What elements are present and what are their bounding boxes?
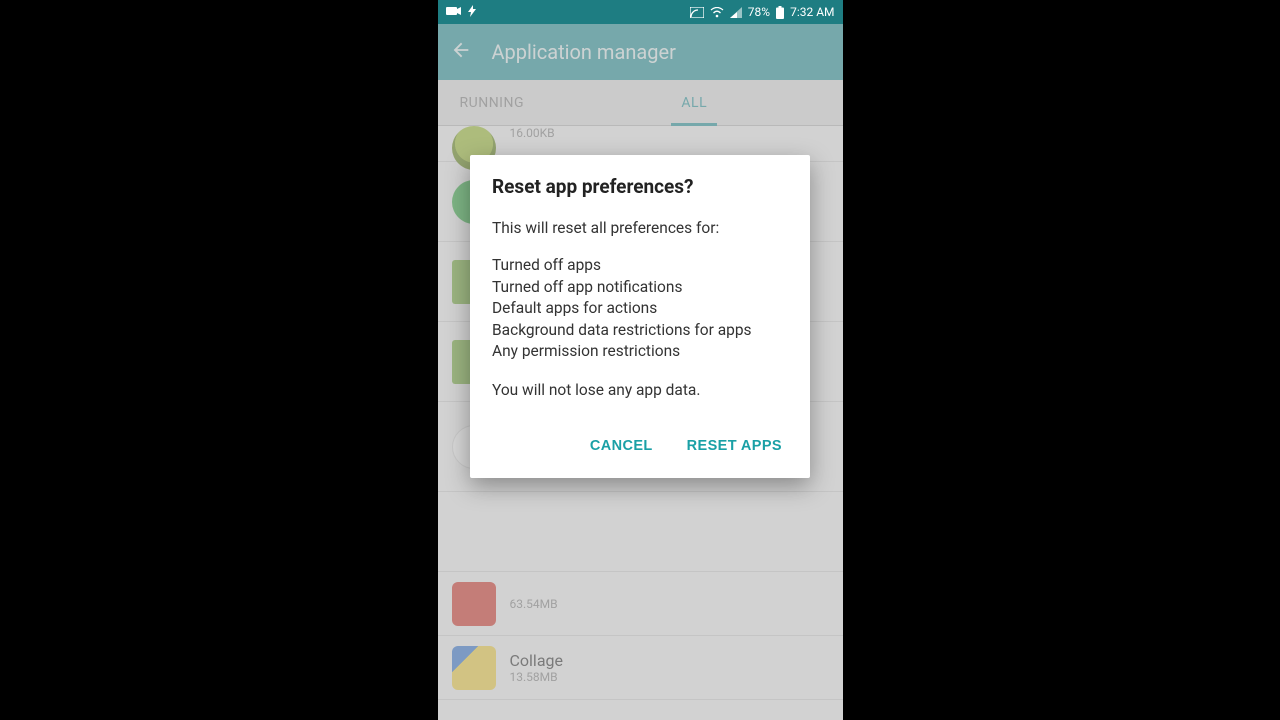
status-right: 78% 7:32 AM bbox=[690, 5, 835, 19]
battery-icon bbox=[776, 6, 784, 19]
dialog-item: Background data restrictions for apps bbox=[492, 320, 788, 341]
reset-apps-button[interactable]: RESET APPS bbox=[683, 432, 786, 460]
dialog-item: Any permission restrictions bbox=[492, 341, 788, 362]
reset-dialog: Reset app preferences? This will reset a… bbox=[470, 155, 810, 478]
camera-icon bbox=[446, 5, 462, 19]
signal-icon bbox=[730, 7, 742, 18]
clock-text: 7:32 AM bbox=[790, 5, 834, 19]
cast-icon bbox=[690, 7, 704, 18]
status-bar: 78% 7:32 AM bbox=[438, 0, 843, 24]
battery-pct: 78% bbox=[748, 5, 770, 19]
dialog-body: This will reset all preferences for: Tur… bbox=[492, 218, 788, 402]
dialog-footer: You will not lose any app data. bbox=[492, 380, 788, 401]
phone-frame: 78% 7:32 AM Application manager RUNNING … bbox=[438, 0, 843, 720]
dialog-item: Turned off app notifications bbox=[492, 277, 788, 298]
cancel-button[interactable]: CANCEL bbox=[586, 432, 657, 460]
dialog-title: Reset app preferences? bbox=[492, 175, 788, 198]
dialog-item: Default apps for actions bbox=[492, 298, 788, 319]
dialog-actions: CANCEL RESET APPS bbox=[492, 418, 788, 468]
wifi-icon bbox=[710, 7, 724, 18]
bolt-icon bbox=[468, 5, 476, 20]
dialog-item: Turned off apps bbox=[492, 255, 788, 276]
dialog-intro: This will reset all preferences for: bbox=[492, 218, 788, 239]
status-left bbox=[446, 5, 476, 20]
